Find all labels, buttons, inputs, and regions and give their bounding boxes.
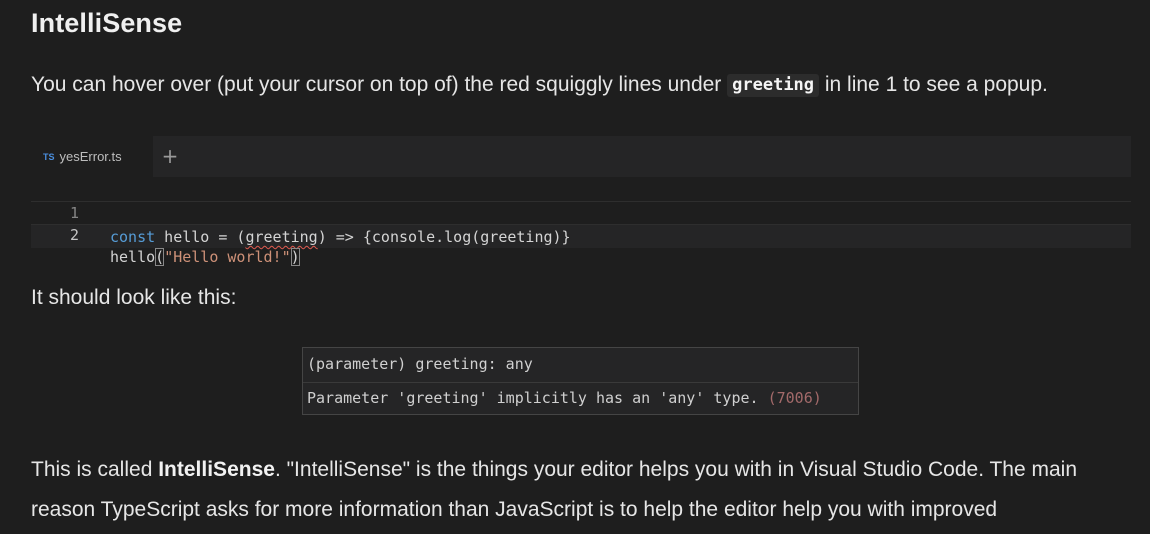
code-area[interactable]: 1 const hello = (greeting) => {console.l…: [31, 177, 1131, 266]
inline-code-greeting: greeting: [727, 74, 820, 97]
code-line-2[interactable]: 2 hello("Hello world!"): [31, 201, 1131, 266]
popup-message: Parameter 'greeting' implicitly has an '…: [307, 388, 822, 408]
tab-filename: yesError.ts: [59, 149, 122, 164]
popup-error-text: Parameter 'greeting' implicitly has an '…: [307, 389, 759, 407]
bracket-open: (: [155, 248, 165, 266]
code-editor: TS yesError.ts + 1 const hello = (greeti…: [31, 136, 1131, 266]
editor-tab-bar: TS yesError.ts +: [31, 136, 1131, 177]
popup-divider: [303, 382, 858, 383]
code-text: hello: [110, 248, 156, 266]
intro-text-after: in line 1 to see a popup.: [819, 73, 1048, 96]
outro-bold-intellisense: IntelliSense: [158, 458, 275, 481]
page-heading: IntelliSense: [31, 8, 183, 38]
look-like-paragraph: It should look like this:: [31, 286, 237, 309]
string-literal: "Hello world!": [164, 248, 291, 266]
popup-signature: (parameter) greeting: any: [307, 355, 533, 373]
line-code: hello("Hello world!"): [110, 246, 300, 268]
typescript-file-icon: TS: [43, 151, 55, 162]
popup-error-code: (7006): [767, 389, 822, 407]
intro-paragraph: You can hover over (put your cursor on t…: [31, 73, 1048, 97]
add-tab-icon[interactable]: +: [159, 146, 181, 168]
keyword-const: const: [110, 228, 156, 246]
line-number: 2: [69, 226, 79, 244]
page: IntelliSense You can hover over (put you…: [0, 0, 1150, 534]
outro-paragraph: This is called IntelliSense. "IntelliSen…: [31, 450, 1131, 530]
bracket-close: ): [290, 248, 300, 266]
intro-text-before: You can hover over (put your cursor on t…: [31, 73, 728, 96]
code-text: hello = (: [155, 228, 246, 246]
error-squiggle-greeting[interactable]: greeting: [245, 228, 317, 246]
outro-text-before: This is called: [31, 458, 159, 481]
hover-popup: (parameter) greeting: any Parameter 'gre…: [302, 347, 859, 415]
code-text: ) => {console.log(greeting)}: [317, 228, 571, 246]
code-line-1[interactable]: 1 const hello = (greeting) => {console.l…: [31, 177, 1131, 246]
tab-yeserror-ts[interactable]: TS yesError.ts: [31, 136, 153, 177]
